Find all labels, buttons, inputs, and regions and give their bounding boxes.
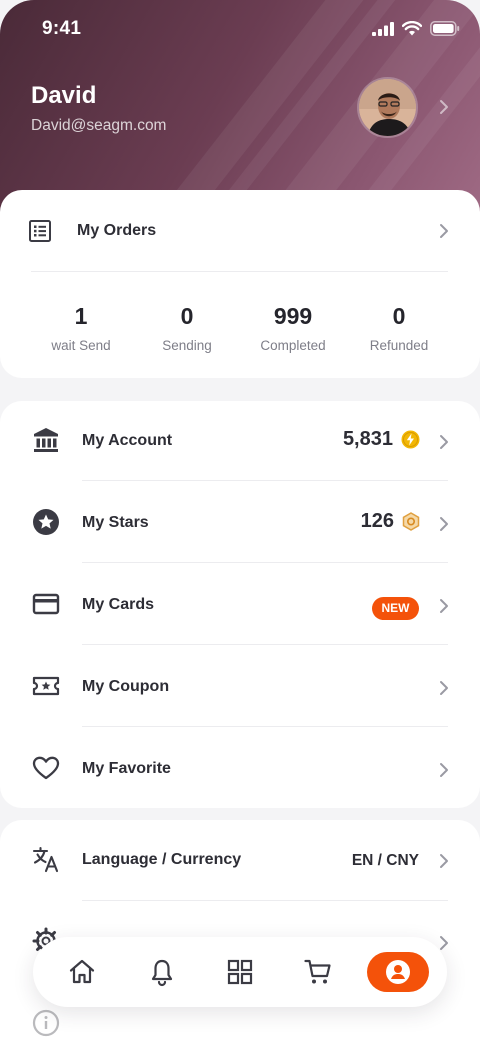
status-time: 9:41 [42,18,82,39]
order-stat-refunded[interactable]: 0 Refunded [344,303,454,353]
my-favorite-label: My Favorite [82,760,171,777]
chevron-right-icon [440,763,448,777]
chevron-right-icon[interactable] [437,98,451,116]
profile-screen: 9:41 David David@seagm.com My Orders 1 w… [0,0,480,1039]
chevron-right-icon [440,854,448,868]
stars-count-value: 126 [360,510,394,532]
user-email: David@seagm.com [31,117,167,134]
account-balance: 5,831 [343,428,420,451]
order-stat-wait-send[interactable]: 1 wait Send [26,303,136,353]
stars-count: 126 [361,510,420,533]
stat-label: Refunded [369,338,429,353]
home-icon[interactable] [67,957,97,987]
bank-icon [34,428,58,452]
stat-label: wait Send [51,338,111,353]
menu-card: My Account 5,831 My Stars 126 My Cards N… [0,401,480,808]
my-stars-label: My Stars [82,514,149,531]
bell-icon[interactable] [147,957,177,987]
order-stat-sending[interactable]: 0 Sending [132,303,242,353]
language-currency-value: EN / CNY [351,852,419,869]
credit-card-icon [32,593,60,615]
chevron-right-icon [440,435,448,449]
chevron-right-icon [440,224,448,238]
my-orders-label: My Orders [77,222,157,239]
tab-profile-active[interactable] [367,952,429,992]
stat-value: 0 [392,303,406,329]
my-stars-row[interactable]: My Stars 126 [0,483,480,565]
my-account-label: My Account [82,432,173,449]
avatar[interactable] [357,77,418,138]
my-coupon-label: My Coupon [82,678,170,695]
translate-icon [32,846,59,873]
stat-value: 999 [273,303,313,329]
chevron-right-icon [440,517,448,531]
chevron-right-icon [440,681,448,695]
stat-label: Completed [260,338,326,353]
divider [82,644,448,645]
stat-value: 0 [180,303,194,329]
battery-icon [430,21,460,36]
my-orders-row[interactable]: My Orders [0,190,480,272]
info-circle-icon [32,1009,60,1037]
new-badge: NEW [372,597,419,620]
account-balance-value: 5,831 [342,428,393,450]
divider [82,900,448,901]
language-currency-row[interactable]: Language / Currency EN / CNY [0,820,480,902]
coupon-ticket-icon [32,676,60,696]
divider [31,271,448,272]
grid-icon[interactable] [225,957,255,987]
my-cards-row[interactable]: My Cards NEW [0,565,480,647]
signal-icon [372,21,394,36]
stat-value: 1 [74,303,88,329]
status-bar: 9:41 [0,0,480,58]
stat-label: Sending [162,338,212,353]
wifi-icon [402,21,422,36]
bottom-tab-bar [33,937,447,1007]
star-circle-icon [33,509,59,535]
divider [82,562,448,563]
divider [82,726,448,727]
language-currency-label: Language / Currency [82,851,242,868]
divider [82,480,448,481]
orders-card: My Orders 1 wait Send 0 Sending 999 Comp… [0,190,480,378]
profile-icon [386,960,410,984]
coin-bolt-icon [401,430,420,449]
cart-icon[interactable] [303,957,333,987]
heart-icon [32,756,60,780]
chevron-right-icon [440,599,448,613]
my-coupon-row[interactable]: My Coupon [0,647,480,729]
my-favorite-row[interactable]: My Favorite [0,729,480,811]
my-cards-label: My Cards [82,596,155,613]
user-name: David [31,82,97,109]
order-stat-completed[interactable]: 999 Completed [238,303,348,353]
star-hexagon-icon [402,512,420,531]
my-account-row[interactable]: My Account 5,831 [0,401,480,483]
orders-list-icon [29,220,51,242]
